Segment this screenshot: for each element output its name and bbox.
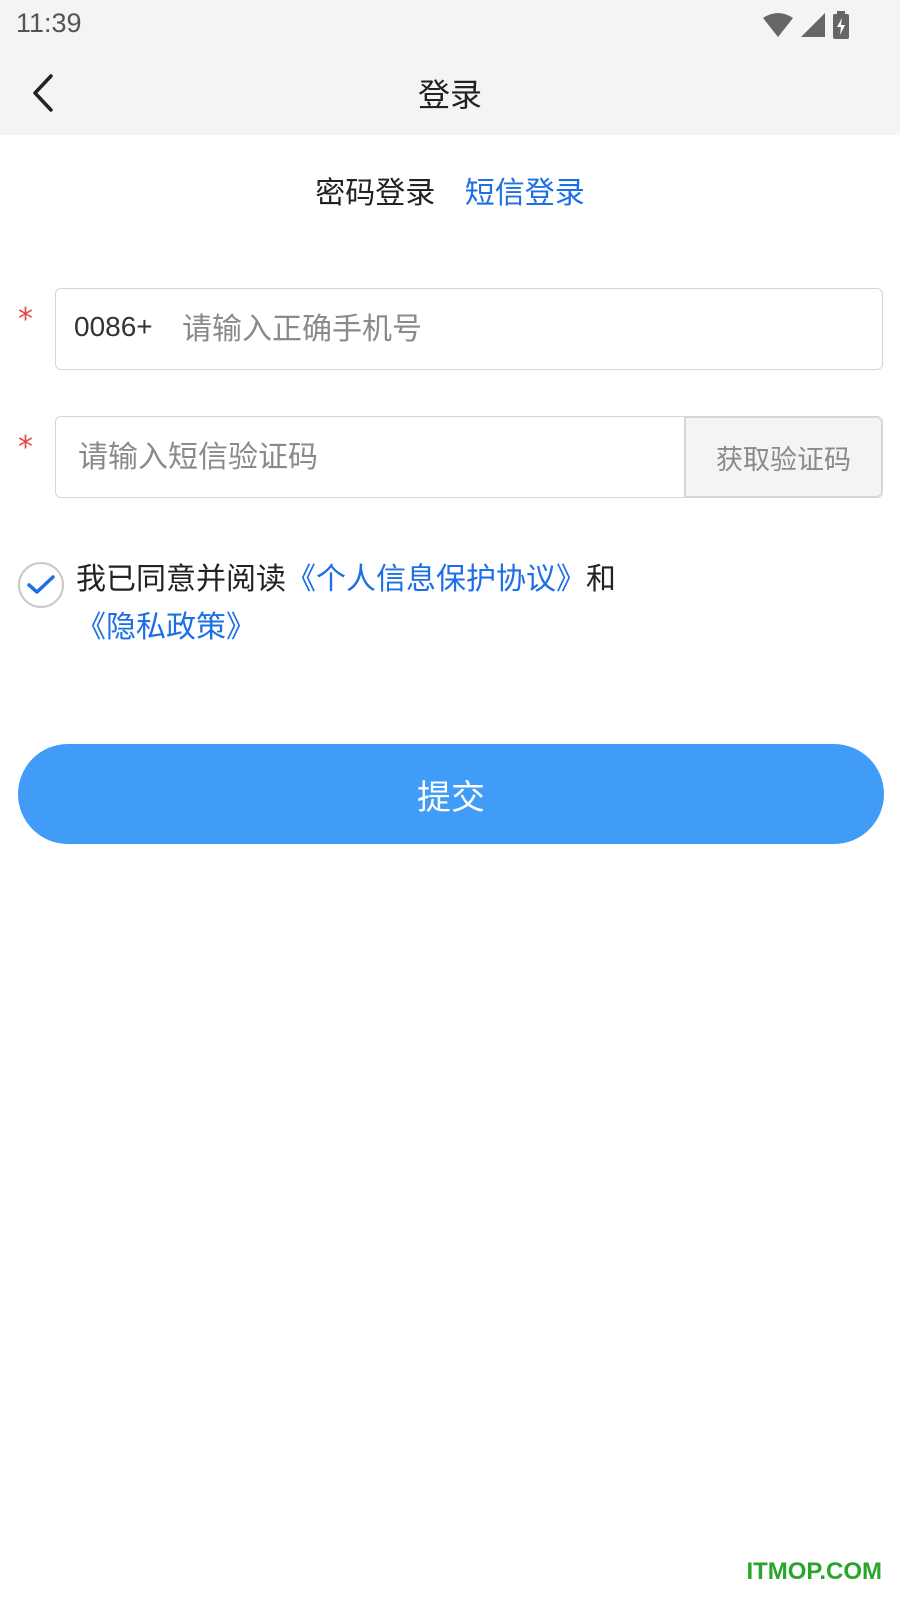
sms-code-input[interactable] [78,437,668,477]
required-mark: * [18,430,33,465]
submit-button[interactable]: 提交 [18,744,884,844]
login-tabs: 密码登录 短信登录 [0,168,900,212]
status-bar: 11:39 [0,0,900,50]
privacy-policy-link[interactable]: 《隐私政策》 [76,610,256,645]
tab-sms-login[interactable]: 短信登录 [465,168,585,212]
battery-charging-icon [833,11,849,39]
page-title: 登录 [417,76,482,114]
watermark: ITMOP.COM [746,1558,882,1585]
agree-checkbox[interactable] [18,562,64,608]
agreement-text: 我已同意并阅读《个人信息保护协议》和《隐私政策》 [76,556,676,652]
tab-password-login[interactable]: 密码登录 [315,168,435,212]
signal-icon [801,13,825,37]
nav-bar: 登录 [0,50,900,135]
check-icon [27,575,55,594]
required-mark: * [18,302,33,337]
status-time: 11:39 [16,8,82,38]
wifi-icon [763,13,793,37]
agreement-conjunction: 和 [586,562,616,597]
get-code-button[interactable]: 获取验证码 [684,417,882,497]
personal-info-protocol-link[interactable]: 《个人信息保护协议》 [286,562,586,597]
phone-field: 0086+ [55,288,883,370]
country-code-prefix[interactable]: 0086+ [74,311,153,343]
sms-code-field: 获取验证码 [55,416,883,498]
phone-input[interactable] [182,309,862,349]
agreement-prefix: 我已同意并阅读 [76,562,286,597]
status-icons [762,10,850,40]
